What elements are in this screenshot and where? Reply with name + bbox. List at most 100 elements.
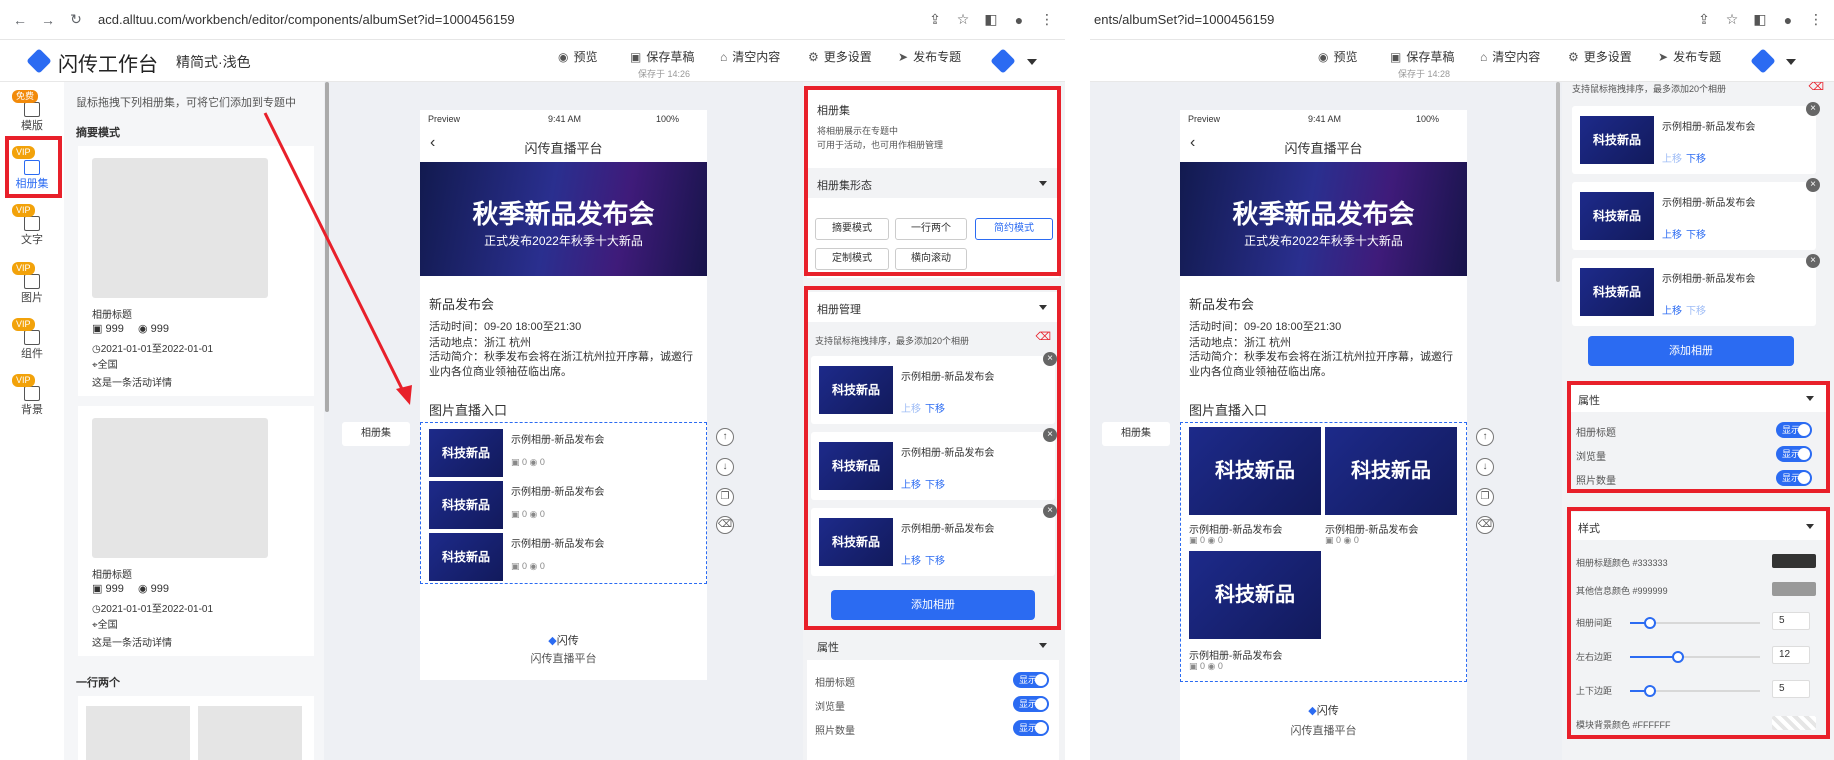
two-card-preview[interactable]	[78, 696, 314, 760]
album-name: 示例相册-新品发布会	[1189, 525, 1283, 536]
address-bar[interactable]: acd.alltuu.com/workbench/editor/componen…	[98, 12, 925, 27]
profile-icon[interactable]: ●	[1009, 12, 1029, 28]
preview-button[interactable]: ◉ 预览	[1318, 48, 1358, 65]
album-card[interactable]: 相册标题 ▣ 999 ◉ 999 ◷2021-01-01至2022-01-01 …	[78, 406, 314, 656]
save-draft-button[interactable]: ▣ 保存草稿 保存于 14:28	[1390, 48, 1454, 80]
publish-button[interactable]: ➤ 发布专题	[1658, 48, 1721, 65]
attr-header[interactable]: 属性	[807, 630, 1059, 660]
photo-count: 0	[1200, 535, 1206, 545]
share-icon[interactable]: ⇪	[925, 11, 945, 28]
grid-item[interactable]: 科技新品 示例相册-新品发布会 ▣ 0 ◉ 0	[1189, 551, 1321, 677]
card-views: ◉ 999	[138, 582, 169, 595]
album-item[interactable]: 科技新品 示例相册-新品发布会 上移 下移 ×	[1572, 102, 1820, 174]
rail-item-template[interactable]: 免费 模版	[0, 90, 64, 133]
more-settings-button[interactable]: ⚙ 更多设置	[808, 48, 872, 65]
copy-icon[interactable]: ❐	[716, 488, 734, 506]
event-title: 新品发布会	[1189, 297, 1255, 312]
publish-label: 发布专题	[913, 50, 962, 64]
photo-count: 999	[105, 323, 124, 335]
address-bar[interactable]: ents/albumSet?id=1000456159	[1094, 12, 1694, 27]
list-item[interactable]: 科技新品 示例相册-新品发布会 ▣ 0 ◉ 0	[429, 533, 699, 583]
thumb-text: 科技新品	[1592, 209, 1641, 223]
toggle-views[interactable]: 显示	[1013, 696, 1049, 712]
album-grid[interactable]: 科技新品 示例相册-新品发布会 ▣ 0 ◉ 0 科技新品 示例相册-新品发布会 …	[1180, 422, 1467, 682]
star-icon[interactable]: ☆	[1722, 11, 1742, 28]
rail-item-background[interactable]: VIP 背景	[0, 374, 64, 417]
status-time: 9:41 AM	[1308, 114, 1342, 124]
album-item[interactable]: 科技新品 示例相册-新品发布会 上移 下移 ×	[1572, 178, 1820, 250]
photo-count: 0	[1200, 661, 1206, 671]
thumb-text: 科技新品	[1592, 133, 1641, 147]
album-name: 示例相册-新品发布会	[511, 435, 605, 446]
browser-bar: ents/albumSet?id=1000456159 ⇪ ☆ ◧ ● ⋮	[1090, 0, 1834, 40]
move-up-link[interactable]: 上移	[1662, 150, 1682, 165]
move-up-link[interactable]: 上移	[1662, 226, 1682, 241]
menu-icon[interactable]: ⋮	[1806, 11, 1826, 28]
trash-icon[interactable]: ⌫	[1808, 82, 1824, 93]
move-up-link[interactable]: 上移	[1662, 302, 1682, 317]
delete-icon[interactable]: ⌫	[1476, 516, 1494, 534]
view-count: 0	[539, 509, 545, 519]
star-icon[interactable]: ☆	[953, 11, 973, 28]
logo-icon: ◆	[548, 635, 557, 647]
account-logo-icon[interactable]	[1750, 48, 1776, 74]
chevron-down-icon[interactable]	[1027, 59, 1037, 65]
canvas-component-label[interactable]: 相册集	[1102, 422, 1170, 446]
save-draft-label: 保存草稿	[646, 50, 695, 64]
remove-icon[interactable]: ×	[1806, 254, 1820, 268]
share-icon[interactable]: ⇪	[1694, 11, 1714, 28]
album-list[interactable]: 科技新品 示例相册-新品发布会 ▣ 0 ◉ 0 科技新品 示例相册-新品发布会 …	[420, 422, 707, 584]
move-down-icon[interactable]: ↓	[1476, 458, 1494, 476]
remove-icon[interactable]: ×	[1806, 178, 1820, 192]
move-up-icon[interactable]: ↑	[716, 428, 734, 446]
card-desc: 这是一条活动详情	[92, 378, 172, 389]
menu-icon[interactable]: ⋮	[1037, 11, 1057, 28]
move-down-icon[interactable]: ↓	[716, 458, 734, 476]
forward-icon[interactable]: →	[40, 12, 56, 28]
album-meta: ▣ 0 ◉ 0	[511, 561, 545, 572]
grid-item[interactable]: 科技新品 示例相册-新品发布会 ▣ 0 ◉ 0	[1189, 427, 1321, 547]
clear-button[interactable]: ⌂ 清空内容	[720, 48, 780, 65]
list-item[interactable]: 科技新品 示例相册-新品发布会 ▣ 0 ◉ 0	[429, 429, 699, 479]
album-name: 示例相册-新品发布会	[1662, 198, 1756, 209]
toggle-photos[interactable]: 显示	[1013, 720, 1049, 736]
card-photos: ▣ 999	[92, 322, 124, 335]
save-draft-button[interactable]: ▣ 保存草稿 保存于 14:26	[630, 48, 694, 80]
event-banner: 秋季新品发布会 正式发布2022年秋季十大新品	[420, 162, 707, 276]
album-item[interactable]: 科技新品 示例相册-新品发布会 上移 下移 ×	[1572, 254, 1820, 326]
move-down-link[interactable]: 下移	[1686, 226, 1706, 241]
rail-item-component[interactable]: VIP 组件	[0, 318, 64, 361]
add-album-button[interactable]: 添加相册	[1588, 336, 1794, 366]
rail-item-text[interactable]: VIP 文字	[0, 204, 64, 247]
card-title: 相册标题	[92, 310, 132, 321]
publish-button[interactable]: ➤ 发布专题	[898, 48, 961, 65]
remove-icon[interactable]: ×	[1806, 102, 1820, 116]
reload-icon[interactable]: ↻	[68, 11, 84, 28]
more-settings-button[interactable]: ⚙ 更多设置	[1568, 48, 1632, 65]
panel-icon[interactable]: ◧	[1750, 11, 1770, 28]
rail-item-image[interactable]: VIP 图片	[0, 262, 64, 305]
list-item[interactable]: 科技新品 示例相册-新品发布会 ▣ 0 ◉ 0	[429, 481, 699, 531]
panel-icon[interactable]: ◧	[981, 11, 1001, 28]
settings-scrollbar[interactable]	[1556, 82, 1560, 282]
footer-logo: ◆闪传	[1180, 702, 1467, 718]
album-thumbnail: 科技新品	[1325, 427, 1457, 515]
move-down-link[interactable]: 下移	[1686, 150, 1706, 165]
grid-item[interactable]: 科技新品 示例相册-新品发布会 ▣ 0 ◉ 0	[1325, 427, 1457, 547]
delete-icon[interactable]: ⌫	[716, 516, 734, 534]
album-thumbnail: 科技新品	[429, 481, 503, 529]
saved-time: 保存于 14:26	[638, 69, 691, 79]
event-place: 活动地点：浙江 杭州	[429, 337, 532, 349]
profile-icon[interactable]: ●	[1778, 12, 1798, 28]
move-down-link[interactable]: 下移	[1686, 302, 1706, 317]
account-logo-icon[interactable]	[990, 48, 1016, 74]
preview-button[interactable]: ◉ 预览	[558, 48, 598, 65]
chevron-down-icon[interactable]	[1786, 59, 1796, 65]
card-desc: 这是一条活动详情	[92, 638, 172, 649]
back-icon[interactable]: ←	[12, 12, 28, 28]
clear-button[interactable]: ⌂ 清空内容	[1480, 48, 1540, 65]
toggle-title[interactable]: 显示	[1013, 672, 1049, 688]
move-up-icon[interactable]: ↑	[1476, 428, 1494, 446]
canvas-component-label[interactable]: 相册集	[342, 422, 410, 446]
copy-icon[interactable]: ❐	[1476, 488, 1494, 506]
